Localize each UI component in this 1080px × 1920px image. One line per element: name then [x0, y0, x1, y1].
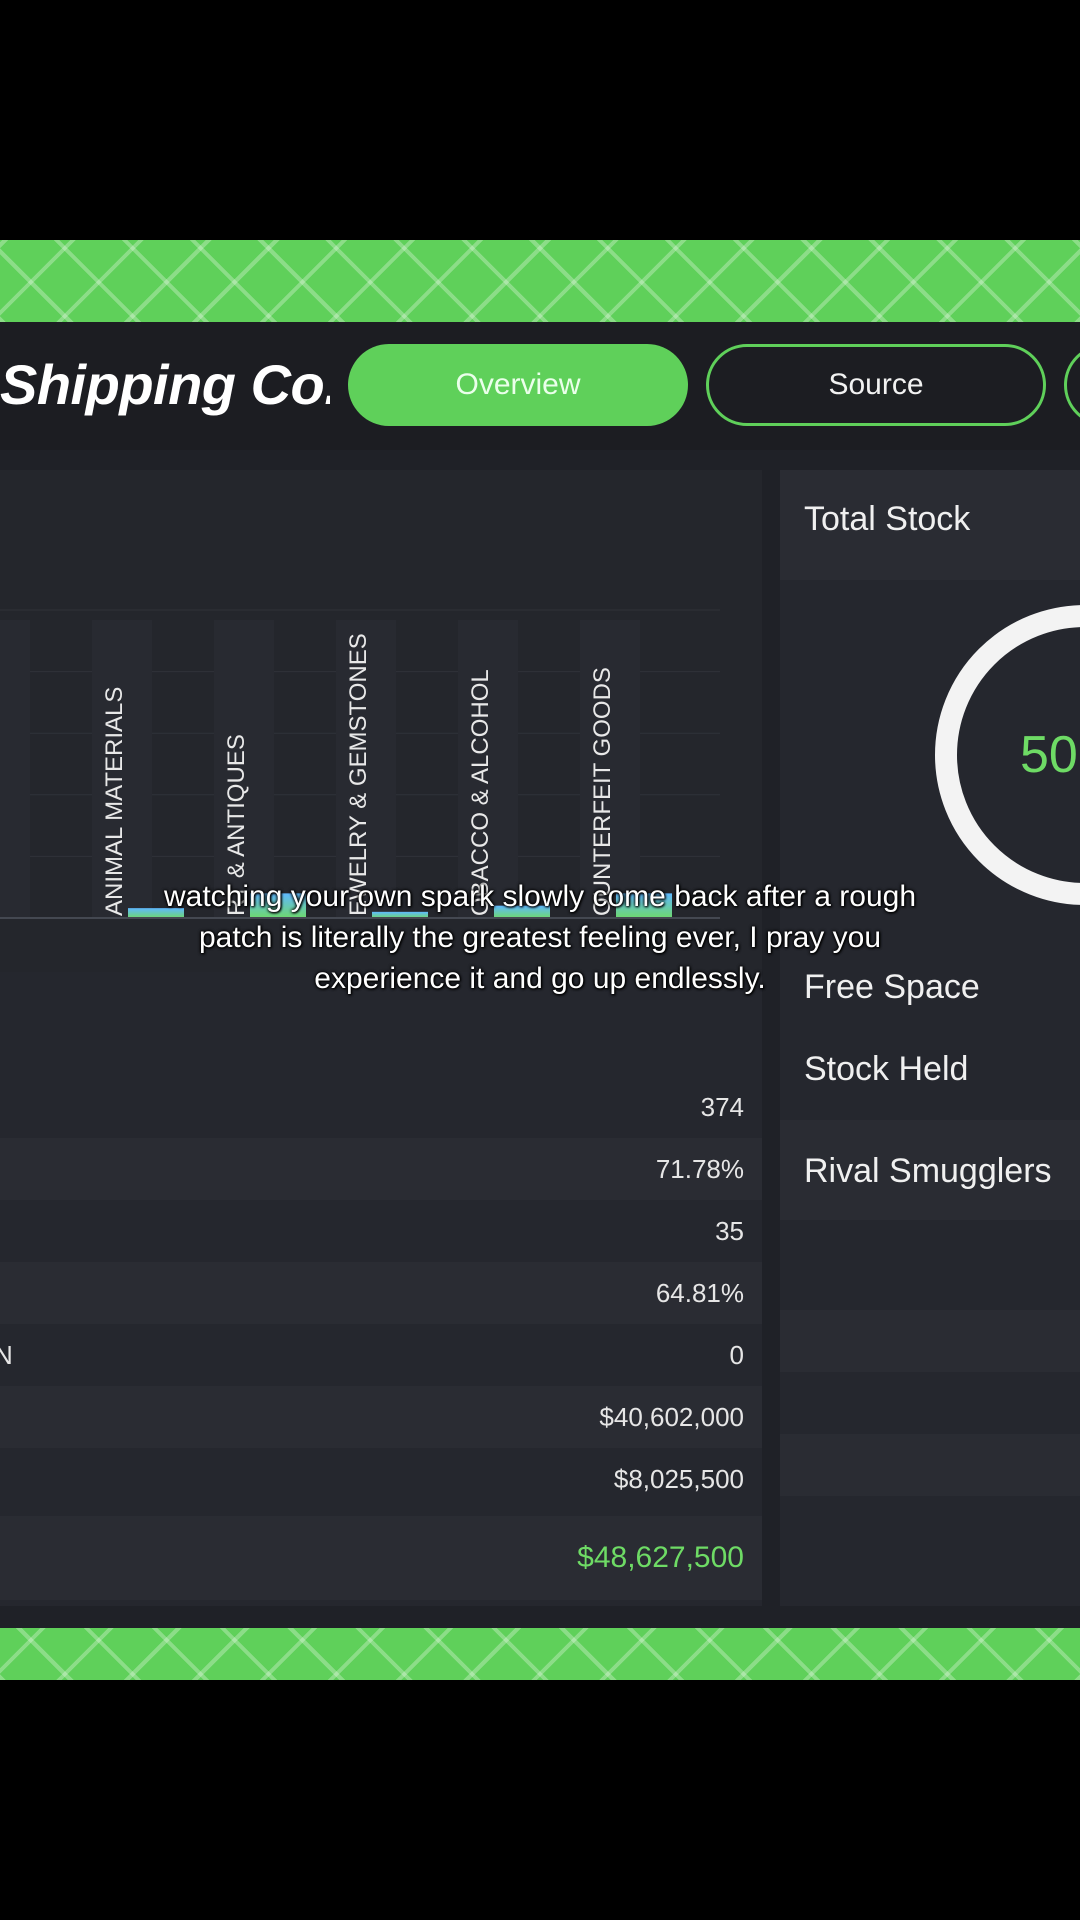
total-value-row: $48,627,500: [0, 1516, 762, 1600]
stat-value: $40,602,000: [599, 1401, 744, 1432]
stat-value: 64.81%: [655, 1277, 744, 1308]
right-panel: Total Stock 50 Free Space Stock Held Riv…: [780, 470, 1080, 1606]
stat-value: 71.78%: [655, 1153, 744, 1184]
brand-title: Shipping Co.: [0, 353, 330, 416]
left-panel: ANIMAL MATERIALS RT & ANTIQUES EWELRY & GE…: [0, 470, 762, 1606]
rival-smugglers-header: Rival Smugglers: [780, 1120, 1080, 1220]
tab-overview[interactable]: Overview: [348, 344, 688, 426]
stat-value: $8,025,500: [613, 1463, 744, 1494]
stat-row: 35: [0, 1200, 762, 1262]
stat-row: 71.78%: [0, 1138, 762, 1200]
total-stock-title: Total Stock: [804, 500, 971, 538]
video-caption: watching your own spark slowly come back…: [163, 880, 917, 995]
stat-row: 374: [0, 1076, 762, 1138]
rival-row: [780, 1310, 1080, 1372]
stock-ring-value: 50: [1020, 726, 1078, 784]
stat-row: $8,025,500: [0, 1448, 762, 1510]
stat-row: N 0: [0, 1324, 762, 1386]
chart-category-label: EWELRY & GEMSTONES: [345, 633, 372, 916]
header-bar: Shipping Co. Overview Source: [0, 322, 1080, 450]
chart-column-band: [0, 620, 30, 918]
chart-category-label: ANIMAL MATERIALS: [101, 687, 128, 916]
stat-value: 0: [729, 1339, 744, 1370]
stat-value: 35: [715, 1215, 744, 1246]
bottom-pattern-banner: [0, 1628, 1080, 1680]
tab-source[interactable]: Source: [706, 344, 1046, 426]
rival-smugglers-title: Rival Smugglers: [804, 1152, 1052, 1190]
stat-row: $40,602,000: [0, 1386, 762, 1448]
top-pattern-banner: [0, 240, 1080, 322]
stock-held-label: Stock Held: [804, 1050, 969, 1088]
stat-label-partial: N: [0, 1339, 13, 1370]
total-stock-header: Total Stock: [780, 470, 1080, 580]
stat-value: 374: [700, 1091, 744, 1122]
total-value: $48,627,500: [577, 1541, 744, 1574]
tab-next-partial[interactable]: [1064, 344, 1080, 426]
stat-row: 64.81%: [0, 1262, 762, 1324]
rival-row: [780, 1434, 1080, 1496]
